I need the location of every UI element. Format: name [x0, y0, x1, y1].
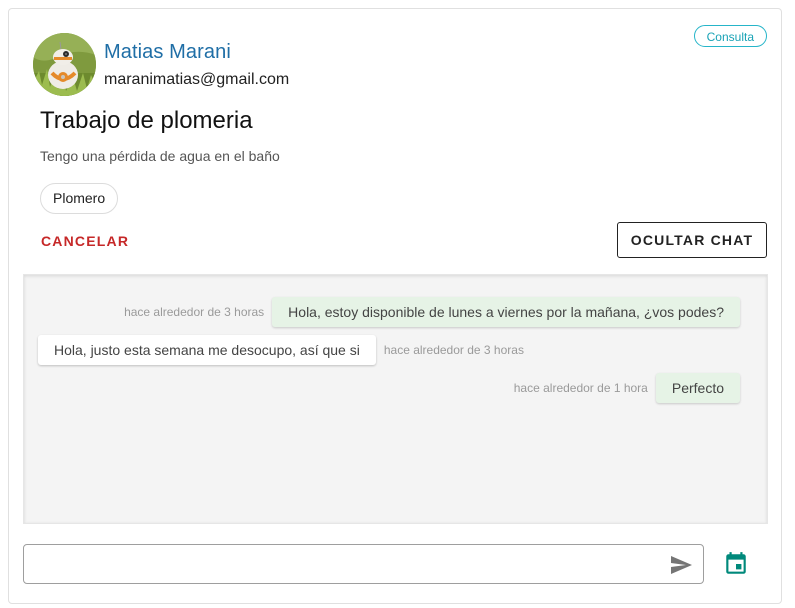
incoming-message: Hola, justo esta semana me desocupo, así… — [38, 335, 376, 365]
chat-message-row: hace alrededor de 1 hora Perfecto — [38, 373, 740, 403]
hide-chat-button[interactable]: OCULTAR CHAT — [617, 222, 767, 258]
chat-message-row: hace alrededor de 3 horas Hola, estoy di… — [38, 297, 740, 327]
chat-message-row: Hola, justo esta semana me desocupo, así… — [38, 335, 740, 365]
user-email: maranimatias@gmail.com — [104, 71, 290, 88]
job-description: Tengo una pérdida de agua en el baño — [40, 148, 280, 164]
request-card: Matias Marani maranimatias@gmail.com Con… — [8, 8, 782, 604]
message-time: hace alrededor de 3 horas — [124, 305, 265, 319]
message-time: hace alrededor de 3 horas — [383, 343, 524, 357]
user-name: Matias Marani — [104, 41, 231, 63]
outgoing-message: Hola, estoy disponible de lunes a vierne… — [272, 297, 740, 327]
message-time: hace alrededor de 1 hora — [513, 381, 648, 395]
cancel-button[interactable]: CANCELAR — [33, 223, 137, 259]
send-button[interactable] — [669, 553, 693, 577]
status-badge: Consulta — [693, 25, 767, 47]
avatar — [33, 33, 96, 96]
job-title: Trabajo de plomeria — [40, 107, 253, 134]
message-input-box[interactable] — [23, 544, 704, 584]
send-icon — [671, 556, 692, 574]
calendar-icon — [726, 552, 746, 574]
message-input[interactable] — [34, 551, 658, 579]
category-chip: Plomero — [40, 183, 119, 214]
chat-panel[interactable]: hace alrededor de 3 horas Hola, estoy di… — [23, 274, 768, 524]
outgoing-message: Perfecto — [655, 373, 740, 403]
calendar-button[interactable] — [723, 551, 749, 577]
